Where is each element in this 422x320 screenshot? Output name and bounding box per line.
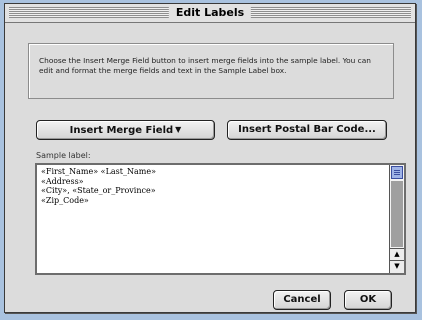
window-title: Edit Labels bbox=[168, 5, 252, 21]
sample-label-box[interactable]: «First_Name» «Last_Name» «Address» «City… bbox=[35, 163, 406, 275]
title-bar[interactable]: Edit Labels bbox=[5, 4, 415, 23]
scroll-thumb[interactable] bbox=[391, 166, 403, 179]
vertical-scrollbar[interactable]: ▲ ▼ bbox=[389, 165, 404, 273]
sample-line: «City», «State_or_Province» bbox=[41, 186, 156, 195]
sample-line: «Zip_Code» bbox=[41, 195, 89, 205]
instructions-box: Choose the Insert Merge Field button to … bbox=[28, 43, 394, 99]
down-arrow-icon[interactable]: ▼ bbox=[390, 260, 404, 273]
insert-postal-bar-code-label: Insert Postal Bar Code... bbox=[238, 124, 376, 135]
sample-label-heading: Sample label: bbox=[36, 151, 91, 160]
instructions-text: Choose the Insert Merge Field button to … bbox=[39, 56, 371, 75]
cancel-button[interactable]: Cancel bbox=[273, 290, 331, 310]
sample-line: «Address» bbox=[41, 176, 84, 186]
insert-postal-bar-code-button[interactable]: Insert Postal Bar Code... bbox=[227, 120, 387, 140]
sample-label-text[interactable]: «First_Name» «Last_Name» «Address» «City… bbox=[37, 165, 388, 273]
scroll-track[interactable] bbox=[391, 181, 403, 247]
insert-merge-field-button[interactable]: Insert Merge Field ▼ bbox=[36, 120, 215, 140]
chevron-down-icon: ▼ bbox=[175, 125, 182, 134]
insert-merge-field-label: Insert Merge Field bbox=[69, 125, 174, 136]
edit-labels-dialog: Edit Labels Choose the Insert Merge Fiel… bbox=[4, 3, 416, 313]
sample-line: «First_Name» «Last_Name» bbox=[41, 167, 156, 176]
ok-button[interactable]: OK bbox=[344, 290, 392, 310]
